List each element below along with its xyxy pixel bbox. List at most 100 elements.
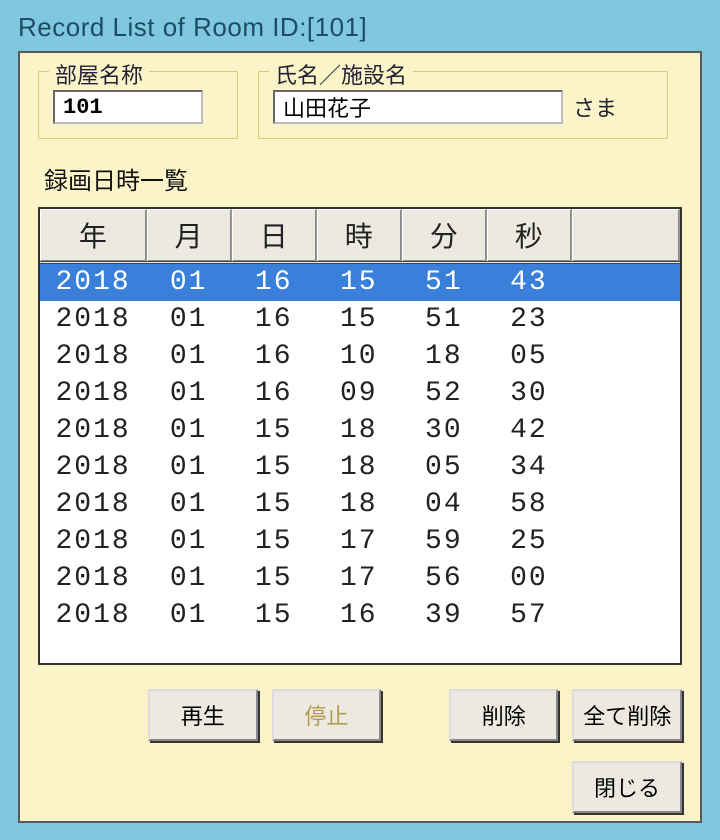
cell-spacer — [571, 412, 679, 449]
cell-y: 2018 — [40, 560, 146, 597]
cell-d: 16 — [231, 375, 316, 412]
cell-y: 2018 — [40, 412, 146, 449]
cell-h: 18 — [316, 486, 401, 523]
cell-d: 15 — [231, 412, 316, 449]
table-row[interactable]: 20180116101805 — [40, 338, 680, 375]
room-name-label: 部屋名称 — [49, 58, 149, 90]
person-name-input[interactable] — [273, 90, 563, 124]
window-title: Record List of Room ID:[101] — [0, 0, 720, 51]
main-panel: 部屋名称 氏名／施設名 さま 録画日時一覧 年 月 日 時 分 秒 — [18, 51, 702, 823]
col-second[interactable]: 秒 — [486, 209, 571, 263]
room-name-group: 部屋名称 — [38, 71, 238, 139]
table-row[interactable]: 20180116155123 — [40, 301, 680, 338]
table-row[interactable]: 20180115180458 — [40, 486, 680, 523]
cell-spacer — [571, 263, 679, 302]
cell-h: 17 — [316, 523, 401, 560]
cell-s: 25 — [486, 523, 571, 560]
cell-h: 09 — [316, 375, 401, 412]
cell-spacer — [571, 301, 679, 338]
cell-mi: 30 — [401, 412, 486, 449]
cell-y: 2018 — [40, 338, 146, 375]
cell-spacer — [571, 338, 679, 375]
cell-m: 01 — [146, 486, 231, 523]
button-gap — [395, 689, 435, 741]
cell-d: 15 — [231, 597, 316, 634]
cell-mi: 05 — [401, 449, 486, 486]
cell-spacer — [571, 375, 679, 412]
cell-h: 18 — [316, 412, 401, 449]
cell-s: 05 — [486, 338, 571, 375]
table-row[interactable]: 20180116095230 — [40, 375, 680, 412]
cell-d: 15 — [231, 560, 316, 597]
cell-d: 15 — [231, 449, 316, 486]
record-table-container: 年 月 日 時 分 秒 2018011615514320180116155123… — [38, 207, 682, 665]
close-button[interactable]: 閉じる — [572, 761, 682, 813]
cell-s: 57 — [486, 597, 571, 634]
cell-h: 15 — [316, 263, 401, 302]
record-list-label: 録画日時一覧 — [44, 161, 682, 197]
table-row[interactable]: 20180115183042 — [40, 412, 680, 449]
cell-m: 01 — [146, 412, 231, 449]
room-name-input[interactable] — [53, 90, 203, 124]
person-name-group: 氏名／施設名 さま — [258, 71, 668, 139]
cell-y: 2018 — [40, 523, 146, 560]
cell-mi: 51 — [401, 301, 486, 338]
cell-s: 42 — [486, 412, 571, 449]
table-row[interactable]: 20180115180534 — [40, 449, 680, 486]
cell-y: 2018 — [40, 263, 146, 302]
col-year[interactable]: 年 — [40, 209, 146, 263]
cell-s: 43 — [486, 263, 571, 302]
cell-h: 18 — [316, 449, 401, 486]
play-button[interactable]: 再生 — [148, 689, 258, 741]
col-minute[interactable]: 分 — [401, 209, 486, 263]
cell-y: 2018 — [40, 486, 146, 523]
cell-d: 16 — [231, 301, 316, 338]
cell-mi: 39 — [401, 597, 486, 634]
cell-m: 01 — [146, 263, 231, 302]
cell-mi: 04 — [401, 486, 486, 523]
cell-mi: 18 — [401, 338, 486, 375]
cell-d: 16 — [231, 263, 316, 302]
table-row[interactable]: 20180115163957 — [40, 597, 680, 634]
col-hour[interactable]: 時 — [316, 209, 401, 263]
cell-mi: 59 — [401, 523, 486, 560]
table-row[interactable]: 20180115175600 — [40, 560, 680, 597]
cell-h: 16 — [316, 597, 401, 634]
cell-h: 15 — [316, 301, 401, 338]
delete-all-button[interactable]: 全て削除 — [572, 689, 682, 741]
cell-s: 34 — [486, 449, 571, 486]
cell-y: 2018 — [40, 375, 146, 412]
cell-mi: 52 — [401, 375, 486, 412]
cell-y: 2018 — [40, 301, 146, 338]
cell-mi: 51 — [401, 263, 486, 302]
cell-d: 15 — [231, 486, 316, 523]
cell-m: 01 — [146, 449, 231, 486]
cell-mi: 56 — [401, 560, 486, 597]
col-spacer — [571, 209, 679, 263]
cell-spacer — [571, 486, 679, 523]
cell-m: 01 — [146, 338, 231, 375]
cell-s: 58 — [486, 486, 571, 523]
cell-spacer — [571, 597, 679, 634]
cell-d: 15 — [231, 523, 316, 560]
cell-spacer — [571, 449, 679, 486]
cell-d: 16 — [231, 338, 316, 375]
person-name-label: 氏名／施設名 — [269, 58, 413, 90]
stop-button[interactable]: 停止 — [272, 689, 382, 741]
table-row[interactable]: 20180115175925 — [40, 523, 680, 560]
cell-spacer — [571, 560, 679, 597]
col-day[interactable]: 日 — [231, 209, 316, 263]
honorific-label: さま — [573, 91, 617, 123]
delete-button[interactable]: 削除 — [449, 689, 559, 741]
cell-y: 2018 — [40, 449, 146, 486]
cell-h: 17 — [316, 560, 401, 597]
cell-m: 01 — [146, 560, 231, 597]
cell-m: 01 — [146, 523, 231, 560]
table-row[interactable]: 20180116155143 — [40, 263, 680, 302]
col-month[interactable]: 月 — [146, 209, 231, 263]
cell-y: 2018 — [40, 597, 146, 634]
cell-m: 01 — [146, 597, 231, 634]
record-table: 年 月 日 時 分 秒 2018011615514320180116155123… — [40, 209, 680, 634]
cell-s: 30 — [486, 375, 571, 412]
cell-s: 23 — [486, 301, 571, 338]
